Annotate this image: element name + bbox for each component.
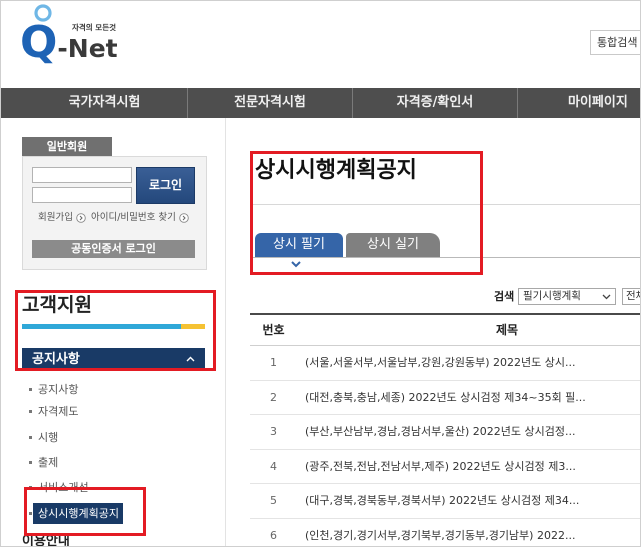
- menu-group-usage-guide[interactable]: 이용안내: [22, 531, 142, 547]
- sidebar-item-qualification-system[interactable]: 자격제도: [29, 400, 82, 422]
- member-password-input[interactable]: [32, 187, 132, 203]
- integrated-search-select[interactable]: 통합검색: [590, 30, 641, 55]
- section-title: 고객지원: [22, 294, 92, 316]
- sidebar-item-label: 서비스개선: [38, 480, 89, 494]
- column-header-title: 제목: [496, 323, 519, 337]
- member-id-input[interactable]: [32, 167, 132, 183]
- table-header: 번호 제목: [250, 315, 641, 346]
- nav-item-mypage[interactable]: 마이페이지: [517, 88, 641, 118]
- circle-arrow-icon: [76, 213, 86, 223]
- row-number: 5: [270, 494, 277, 507]
- sidebar-item-service-improvement[interactable]: 서비스개선: [29, 476, 93, 498]
- sidebar-divider: [225, 118, 226, 547]
- find-account-link-label: 아이디/비밀번호 찾기: [90, 212, 176, 223]
- signup-link-label: 회원가입: [38, 212, 73, 223]
- nav-item-professional-exam[interactable]: 전문자격시험: [187, 88, 352, 118]
- account-links: 회원가입 아이디/비밀번호 찾기: [38, 211, 189, 225]
- member-type-tab[interactable]: 일반회원: [22, 137, 112, 156]
- menu-group-notices[interactable]: 공지사항: [22, 348, 205, 371]
- row-number: 6: [270, 528, 277, 542]
- search-type-value: 필기시행계획: [523, 290, 581, 302]
- sidebar-item-label: 자격제도: [38, 404, 79, 418]
- circle-arrow-icon: [179, 213, 189, 223]
- sidebar-item-notices[interactable]: 공지사항: [29, 378, 82, 400]
- qnet-logo[interactable]: 자격의 모든것 Q-Net: [18, 2, 128, 68]
- dropdown-arrow-icon: [602, 294, 611, 300]
- login-button[interactable]: 로그인: [136, 167, 195, 204]
- table-row[interactable]: 1 (서울,서울서부,서울남부,강원,강원동부) 2022년도 상시...: [250, 346, 641, 381]
- row-number: 2: [270, 390, 277, 404]
- logo-name: Q-Net: [20, 17, 118, 68]
- sidebar-item-administration[interactable]: 시행: [29, 426, 62, 448]
- search-scope-select[interactable]: 전체: [622, 288, 641, 305]
- square-bullet-icon: [29, 387, 32, 391]
- table-row[interactable]: 3 (부산,부산남부,경남,경남서부,울산) 2022년도 상시검정...: [250, 415, 641, 450]
- column-header-number: 번호: [262, 323, 285, 337]
- search-type-select[interactable]: 필기시행계획: [518, 288, 616, 305]
- row-number: 3: [270, 425, 277, 438]
- square-bullet-icon: [29, 460, 32, 464]
- row-title-link[interactable]: (대전,충북,충남,세종) 2022년도 상시검정 제34~35회 필...: [297, 381, 641, 415]
- table-row[interactable]: 2 (대전,충북,충남,세종) 2022년도 상시검정 제34~35회 필...: [250, 381, 641, 415]
- login-box: 로그인 회원가입 아이디/비밀번호 찾기 공동인증서 로그인: [22, 156, 207, 270]
- sidebar-item-question-setting[interactable]: 출제: [29, 451, 62, 473]
- square-bullet-icon: [29, 511, 32, 515]
- row-title-link[interactable]: (서울,서울서부,서울남부,강원,강원동부) 2022년도 상시...: [297, 346, 641, 380]
- certificate-login-button[interactable]: 공동인증서 로그인: [32, 240, 195, 258]
- row-number: 1: [270, 356, 277, 369]
- search-label: 검색: [494, 290, 515, 303]
- menu-group-label: 공지사항: [32, 352, 80, 367]
- sidebar-item-label: 출제: [38, 455, 59, 469]
- sidebar-item-label: 공지사항: [38, 382, 79, 396]
- tab-regular-written[interactable]: 상시 필기: [255, 233, 343, 257]
- chevron-down-icon: [291, 261, 301, 268]
- row-title-link[interactable]: (인천,경기,경기서부,경기북부,경기동부,경기남부) 2022...: [297, 519, 641, 547]
- main-nav: 국가자격시험 전문자격시험 자격증/확인서 마이페이지: [0, 88, 641, 118]
- row-title-link[interactable]: (광주,전북,전남,전남서부,제주) 2022년도 상시검정 제3...: [297, 450, 641, 484]
- square-bullet-icon: [29, 485, 32, 489]
- title-divider: [250, 204, 641, 205]
- tab-bar-baseline: [250, 257, 641, 258]
- sidebar-item-regular-exam-plan[interactable]: 상시시행계획공지: [29, 502, 123, 524]
- row-title-link[interactable]: (부산,부산남부,경남,경남서부,울산) 2022년도 상시검정...: [297, 415, 641, 449]
- sidebar-item-label: 시행: [38, 430, 59, 444]
- square-bullet-icon: [29, 409, 32, 413]
- nav-item-national-exam[interactable]: 국가자격시험: [22, 88, 187, 118]
- sidebar-item-label: 상시시행계획공지: [33, 502, 123, 524]
- find-account-link[interactable]: 아이디/비밀번호 찾기: [91, 211, 189, 225]
- section-accent-bar: [22, 324, 181, 329]
- section-accent-bar-end: [181, 324, 205, 329]
- tab-regular-practical[interactable]: 상시 실기: [346, 233, 440, 257]
- table-row[interactable]: 4 (광주,전북,전남,전남서부,제주) 2022년도 상시검정 제3...: [250, 450, 641, 484]
- row-title-link[interactable]: (대구,경북,경북동부,경북서부) 2022년도 상시검정 제34...: [297, 484, 641, 518]
- square-bullet-icon: [29, 435, 32, 439]
- row-number: 4: [270, 459, 277, 473]
- table-row[interactable]: 5 (대구,경북,경북동부,경북서부) 2022년도 상시검정 제34...: [250, 484, 641, 519]
- page-title: 상시시행계획공지: [255, 158, 417, 183]
- nav-item-certificate[interactable]: 자격증/확인서: [352, 88, 517, 118]
- signup-link[interactable]: 회원가입: [38, 211, 86, 225]
- notice-table: 번호 제목 1 (서울,서울서부,서울남부,강원,강원동부) 2022년도 상시…: [250, 313, 641, 547]
- chevron-up-icon: [186, 356, 195, 362]
- qnet-page: 자격의 모든것 Q-Net 통합검색 국가자격시험 전문자격시험 자격증/확인서…: [0, 0, 641, 547]
- table-row[interactable]: 6 (인천,경기,경기서부,경기북부,경기동부,경기남부) 2022...: [250, 519, 641, 547]
